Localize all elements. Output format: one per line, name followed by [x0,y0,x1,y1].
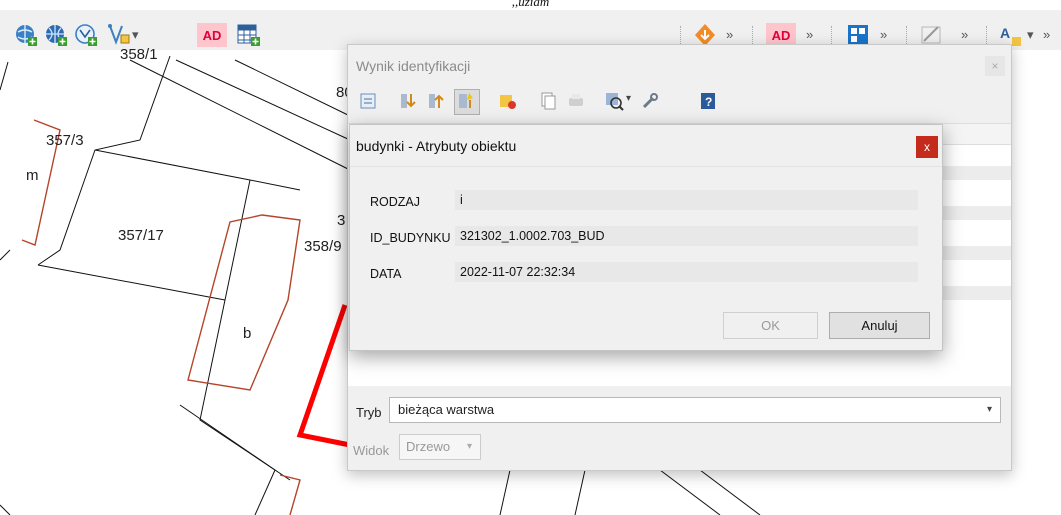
field-value-id-budynku[interactable]: 321302_1.0002.703_BUD [455,226,918,246]
chevron-down-icon: ▾ [986,404,992,415]
tryb-select[interactable]: bieżąca warstwa ▾ [389,397,1001,423]
field-label-id-budynku: ID_BUDYNKU [370,231,451,245]
widok-label: Widok [353,443,390,458]
chevron-icon[interactable]: » [806,27,813,42]
list-row-stripe [938,206,1011,220]
field-label-data: DATA [370,267,402,281]
map-label: m [26,167,39,184]
ad-icon[interactable]: AD [197,23,227,47]
globe-add-icon[interactable] [43,22,69,48]
chevron-down-icon[interactable]: ▾ [1027,27,1034,43]
widok-value: Drzewo [406,439,451,454]
divider [350,166,942,167]
copy-icon[interactable] [538,91,558,111]
map-label: 358/1 [120,46,158,63]
map-label: 357/3 [46,132,84,149]
identify-menu-icon[interactable] [604,91,624,111]
close-glyph: × [991,59,999,73]
toolbar-separator [752,26,755,46]
vector-globe-add-icon[interactable] [73,22,99,48]
collapse-all-icon[interactable] [426,91,446,111]
toolbar-separator [680,26,683,46]
tryb-label: Tryb [356,405,382,420]
close-glyph: x [924,140,930,154]
feature-attributes-dialog: budynki - Atrybuty obiektu x RODZAJ i ID… [349,124,943,351]
top-caption-fragment: ,,uziam [511,0,550,9]
expand-tree-icon[interactable] [358,91,378,111]
close-icon[interactable]: x [916,136,938,158]
chevron-icon[interactable]: » [880,27,887,42]
identify-toolbar: ▾ ? [358,89,998,115]
settings-wrench-icon[interactable] [640,91,660,111]
list-row-stripe [938,166,1011,180]
chevron-icon[interactable]: » [961,27,968,42]
map-label: 357/17 [118,227,164,244]
map-label: 358/9 [304,238,342,255]
map-label: 3 [337,212,346,229]
clear-results-icon[interactable] [498,91,518,111]
grid-table-add-icon[interactable] [236,22,262,48]
highlight-icon[interactable] [454,89,480,115]
expand-all-icon[interactable] [398,91,418,111]
list-row-stripe [938,286,1011,300]
ad-label: AD [202,27,222,43]
svg-text:?: ? [705,95,712,109]
help-icon[interactable]: ? [698,91,718,111]
globe-add-icon[interactable] [13,22,39,48]
svg-text:A: A [1000,25,1010,41]
ok-button[interactable]: OK [723,312,818,339]
dialog-title: budynki - Atrybuty obiektu [356,138,517,154]
list-header [938,124,1011,145]
toolbar-separator [906,26,909,46]
field-value-data[interactable]: 2022-11-07 22:32:34 [455,262,918,282]
chevron-down-icon: ▾ [466,441,472,452]
cancel-button[interactable]: Anuluj [829,312,930,339]
toolbar-separator [986,26,989,46]
chevron-icon[interactable]: » [1043,27,1050,42]
chevron-icon[interactable]: » [726,27,733,42]
close-icon[interactable]: × [985,56,1005,76]
field-label-rodzaj: RODZAJ [370,195,420,209]
map-label: b [243,325,252,342]
tryb-value: bieżąca warstwa [398,402,495,417]
list-row-stripe [938,246,1011,260]
chevron-down-icon[interactable]: ▾ [132,27,139,43]
ad-label: AD [771,27,791,43]
vertex-tool-icon[interactable] [106,22,132,48]
window-title: Wynik identyfikacji [356,58,471,74]
widok-select[interactable]: Drzewo ▾ [399,434,481,460]
field-value-rodzaj[interactable]: i [455,190,918,210]
print-icon[interactable] [566,91,586,111]
toolbar-separator [831,26,834,46]
